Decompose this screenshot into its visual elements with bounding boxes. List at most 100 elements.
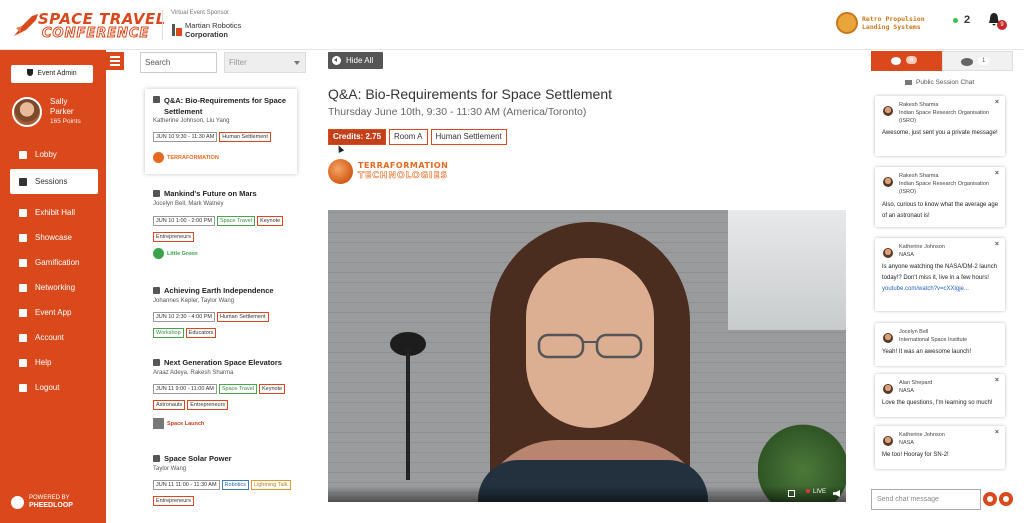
chat-author-org: NASA: [899, 440, 914, 446]
avatar[interactable]: [12, 97, 42, 127]
chat-author: Rakesh Sharma: [899, 102, 939, 108]
notifications-button[interactable]: 9: [988, 12, 1007, 30]
sidebar-item-account[interactable]: Account: [10, 325, 98, 350]
chat-author: Katherine Johnson: [899, 432, 945, 438]
chat-text: Love the questions, I'm learning so much…: [882, 400, 993, 406]
retro-propulsion-badge-icon: [836, 12, 858, 34]
avatar: [883, 436, 893, 446]
chat-text: Awesome, just sent you a private message…: [882, 130, 998, 136]
logo-line-2: CONFERENCE: [41, 26, 150, 42]
chat-author-org: Indian Space Research Organisation (ISRO…: [899, 110, 989, 124]
sponsor-label: Virtual Event Sponsor: [171, 10, 229, 16]
hide-all-button[interactable]: Hide All: [328, 52, 383, 69]
calendar-icon: [19, 178, 27, 186]
session-item[interactable]: Next Generation Space Elevators Araaz Ad…: [145, 357, 297, 445]
session-detail-title: Q&A: Bio-Requirements for Space Settleme…: [328, 86, 613, 102]
factory-icon: [172, 24, 182, 36]
trophy-icon: [19, 259, 27, 267]
chat-text: Yeah! It was an awesome launch!: [882, 349, 972, 355]
avatar: [883, 333, 893, 343]
info-icon: [19, 359, 27, 367]
sidebar-item-exhibit-hall[interactable]: Exhibit Hall: [10, 200, 98, 225]
tab-attendees[interactable]: 1: [942, 51, 1013, 71]
mobile-icon: [19, 309, 27, 317]
session-item[interactable]: Q&A: Bio-Requirements for Space Settleme…: [145, 89, 297, 174]
checkbox-icon: [153, 190, 160, 197]
booth-icon: [19, 209, 27, 217]
arrow-left-icon: [332, 56, 341, 65]
video-player[interactable]: LIVE: [328, 210, 846, 502]
alien-icon: [153, 248, 164, 259]
session-speakers: Taylor Wang: [153, 466, 187, 472]
filter-select[interactable]: Filter: [224, 52, 306, 73]
sidebar-item-sessions[interactable]: Sessions: [10, 169, 98, 194]
session-item[interactable]: Achieving Earth Independence Johannes Ke…: [145, 285, 297, 345]
sponsor-logo-line-2: TECHNOLOGIES: [358, 171, 449, 182]
session-item[interactable]: Space Solar Power Taylor Wang JUN 11 11:…: [145, 453, 297, 508]
session-sponsor: TERRAFORMATION: [153, 152, 219, 163]
video-person-glasses: [537, 333, 643, 359]
rocket-icon: [14, 14, 38, 36]
sidebar-item-help[interactable]: Help: [10, 350, 98, 375]
close-icon[interactable]: ×: [995, 377, 999, 384]
sidebar-item-logout[interactable]: Logout: [10, 375, 98, 400]
retro-propulsion-logo[interactable]: Retro Propulsion Landing Systems: [836, 10, 946, 36]
close-icon[interactable]: ×: [995, 241, 999, 248]
tab-chat[interactable]: 6: [871, 51, 942, 71]
session-detail-tags: Credits: 2.75 Room A Human Settlement: [328, 129, 510, 145]
search-input[interactable]: Search: [140, 52, 217, 73]
event-admin-button[interactable]: Event Admin: [11, 65, 93, 83]
chat-message: Rakesh Sharma Indian Space Research Organ…: [875, 96, 1005, 156]
retro-propulsion-text: Retro Propulsion Landing Systems: [862, 15, 925, 31]
live-indicator: LIVE: [806, 489, 826, 495]
chevron-down-icon: [294, 61, 300, 65]
close-icon[interactable]: ×: [995, 170, 999, 177]
terraformation-sponsor-logo[interactable]: TERRAFORMATION TECHNOLOGIES: [328, 159, 448, 185]
menu-toggle-button[interactable]: [106, 52, 124, 70]
users-icon: [961, 58, 973, 66]
sidebar-item-gamification[interactable]: Gamification: [10, 250, 98, 275]
video-window: [728, 210, 846, 330]
session-tag: Entrepreneurs: [153, 496, 194, 506]
chat-message: Katherine Johnson NASA × Me too! Hooray f…: [875, 426, 1005, 469]
home-icon: [19, 151, 27, 159]
session-item[interactable]: Mankind's Future on Mars Jocelyn Bell, M…: [145, 188, 297, 276]
fullscreen-icon[interactable]: [788, 490, 795, 497]
public-chat-label: Public Session Chat: [905, 79, 974, 86]
session-speakers: Araaz Adeya, Rakesh Sharma: [153, 370, 234, 376]
send-button[interactable]: [999, 492, 1013, 506]
avatar: [883, 248, 893, 258]
chat-author: Rakesh Sharma: [899, 173, 939, 179]
session-speakers: Katherine Johnson, Liu Yang: [153, 118, 230, 124]
chat-text: Also, curious to know what the average a…: [882, 202, 999, 219]
session-time-tag: JUN 10 2:30 - 4:00 PM: [153, 312, 215, 322]
sidebar: Event Admin Sally Parker 165 Points Lobb…: [0, 50, 106, 523]
session-detail-date: Thursday June 10th, 9:30 - 11:30 AM (Ame…: [328, 106, 587, 118]
sidebar-item-lobby[interactable]: Lobby: [10, 142, 98, 167]
emoji-button[interactable]: [983, 492, 997, 506]
space-travel-conference-logo[interactable]: SPACE TRAVEL CONFERENCE: [12, 8, 165, 42]
session-speakers: Johannes Kepler, Taylor Wang: [153, 298, 235, 304]
session-tag: Educators: [185, 328, 217, 338]
chat-link[interactable]: youtube.com/watch?v=cXXlgje...: [882, 286, 969, 292]
session-sponsor: Space Launch: [153, 418, 204, 429]
close-icon[interactable]: ×: [995, 99, 999, 106]
virtual-event-sponsor[interactable]: Virtual Event Sponsor Martian Robotics C…: [162, 10, 241, 40]
sidebar-item-networking[interactable]: Networking: [10, 275, 98, 300]
online-count[interactable]: 2: [953, 14, 970, 26]
track-tag[interactable]: Human Settlement: [430, 129, 507, 145]
sidebar-item-event-app[interactable]: Event App: [10, 300, 98, 325]
chat-input[interactable]: Send chat message: [871, 489, 981, 510]
volume-icon[interactable]: [833, 490, 840, 497]
session-title: Mankind's Future on Mars: [164, 189, 257, 198]
session-title: Next Generation Space Elevators: [164, 358, 282, 367]
session-time-tag: JUN 10 1:00 - 2:00 PM: [153, 216, 215, 226]
online-dot-icon: [953, 17, 958, 23]
sidebar-item-showcase[interactable]: Showcase: [10, 225, 98, 250]
sponsor-logo-line-1: TERRAFORMATION: [358, 161, 449, 170]
room-tag[interactable]: Room A: [389, 129, 428, 145]
notification-badge: 9: [997, 20, 1007, 30]
powered-by-brand: PHEEDLOOP: [29, 502, 73, 509]
chat-message: Jocelyn Bell International Space Institut…: [875, 323, 1005, 366]
close-icon[interactable]: ×: [995, 429, 999, 436]
